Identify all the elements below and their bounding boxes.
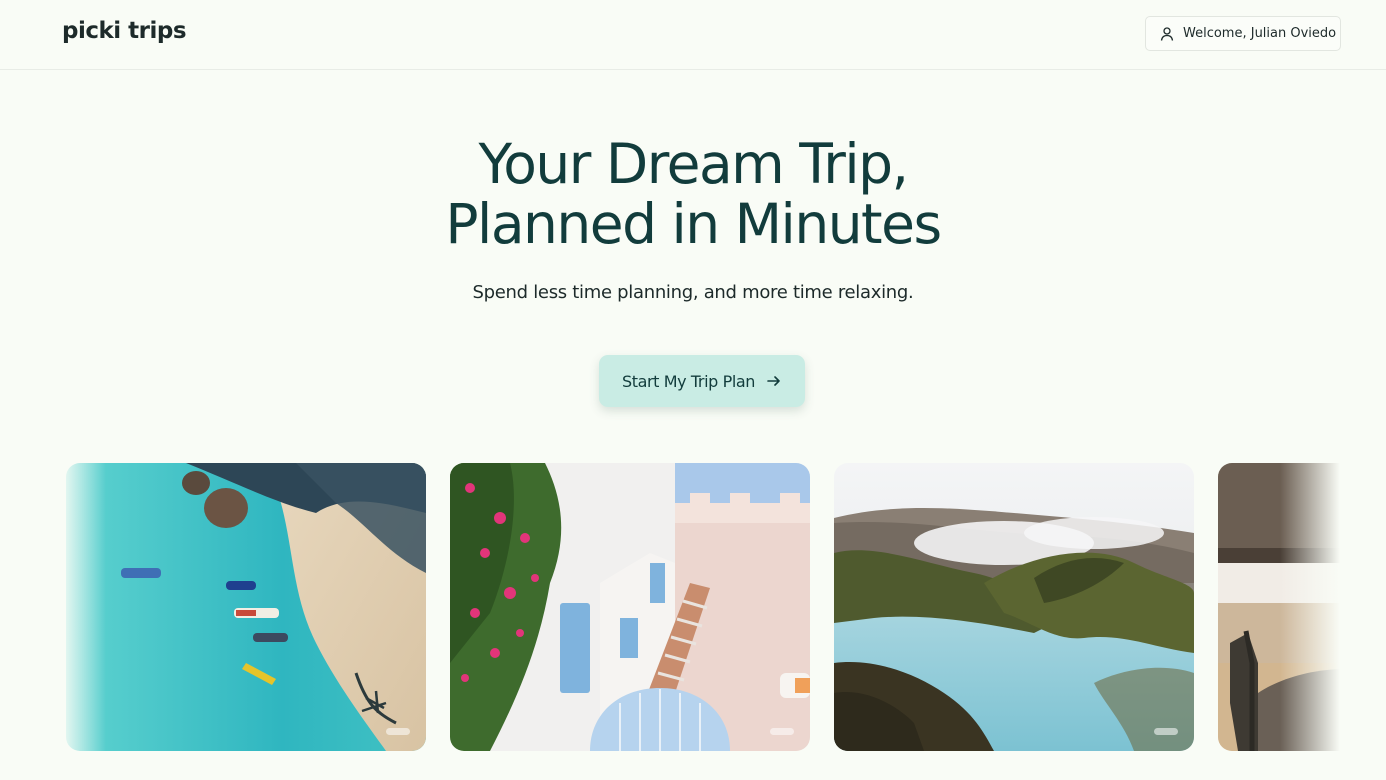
safari-jeep-photo[interactable]	[1218, 463, 1340, 751]
hero-title-line2: Planned in Minutes	[445, 192, 942, 256]
hero-title-line1: Your Dream Trip,	[478, 132, 909, 196]
start-trip-plan-button[interactable]: Start My Trip Plan	[599, 355, 805, 407]
top-header: picki trips Welcome, Julian Oviedo	[0, 0, 1386, 70]
beach-boats-photo[interactable]	[66, 463, 426, 751]
hero-title: Your Dream Trip, Planned in Minutes	[0, 134, 1386, 254]
hero-subtitle: Spend less time planning, and more time …	[472, 282, 914, 303]
user-icon	[1159, 26, 1175, 42]
picki-trips-logo[interactable]: picki trips	[62, 18, 187, 44]
account-button[interactable]: Welcome, Julian Oviedo	[1145, 16, 1341, 51]
blue-lagoon-photo[interactable]	[834, 463, 1194, 751]
arrow-right-icon	[766, 373, 782, 389]
carousel-indicator	[770, 728, 794, 735]
carousel-indicator	[386, 728, 410, 735]
carousel-indicator	[1154, 728, 1178, 735]
welcome-label: Welcome, Julian Oviedo	[1183, 26, 1337, 41]
santorini-stairs-photo[interactable]	[450, 463, 810, 751]
cta-label: Start My Trip Plan	[621, 371, 756, 391]
destination-gallery[interactable]	[66, 463, 1340, 751]
